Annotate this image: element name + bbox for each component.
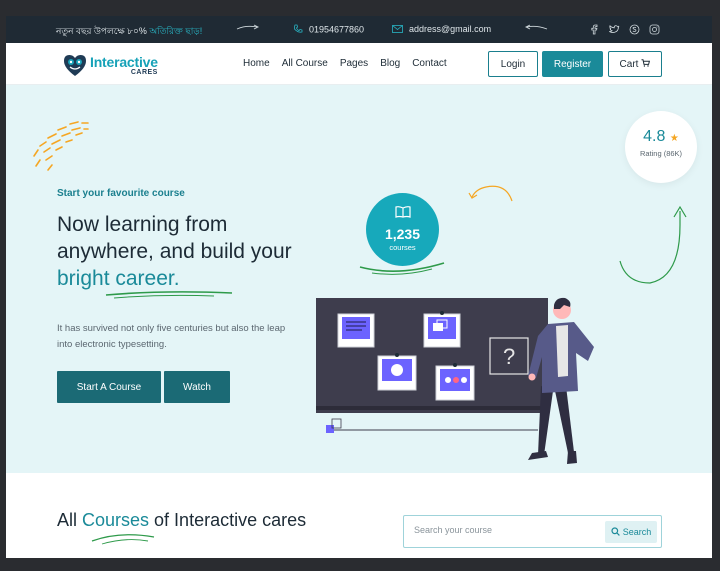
hero-headline: Now learning from anywhere, and build yo… [57,211,297,292]
start-course-button[interactable]: Start A Course [57,371,161,403]
hero-kicker: Start your favourite course [57,188,185,199]
svg-text:?: ? [503,344,515,369]
email-address: address@gmail.com [409,24,492,34]
nav-item-home[interactable]: Home [243,58,270,69]
rating-badge: 4.8 ★ Rating (86K) [625,111,697,183]
login-button[interactable]: Login [488,51,538,77]
title-underline [91,534,155,545]
phone-icon [293,24,303,36]
headline-accent: bright career. [57,267,180,290]
title-part2: of Interactive cares [149,510,307,530]
rating-value: 4.8 [643,128,666,145]
star-icon: ★ [669,133,679,144]
cart-icon [641,58,651,70]
top-bar: নতুন বছর উপলক্ষে ৮০% অতিরিক্ত ছাড়! 0195… [6,16,712,43]
logo-text: Interactive CARES [90,55,158,76]
email-contact[interactable]: address@gmail.com [392,24,491,35]
mail-icon [392,24,403,35]
rating-value-row: 4.8 ★ [625,128,697,146]
headline-underline [105,291,233,299]
cart-label: Cart [619,58,639,70]
nav-item-pages[interactable]: Pages [340,58,368,69]
watch-button[interactable]: Watch [164,371,230,403]
skype-icon[interactable] [628,23,640,35]
promo-banner[interactable]: নতুন বছর উপলক্ষে ৮০% অতিরিক্ত ছাড়! [56,24,202,39]
social-links [588,23,660,35]
nav-item-contact[interactable]: Contact [412,58,446,69]
swoosh-arrow-icon [619,205,687,284]
promo-text: নতুন বছর উপলক্ষে ৮০% [56,26,150,36]
nav-menu: Home All Course Pages Blog Contact [243,58,459,69]
search-icon [611,526,620,538]
course-search-bar: Search [403,515,662,548]
learning-illustration: ? [316,297,594,464]
facebook-icon[interactable] [588,23,600,35]
title-accent: Courses [82,510,150,530]
site-logo[interactable]: Interactive CARES [62,52,158,78]
main-navbar: Interactive CARES Home All Course Pages … [6,43,712,85]
phone-contact[interactable]: 01954677860 [293,24,364,36]
browser-viewport: নতুন বছর উপলক্ষে ৮০% অতিরিক্ত ছাড়! 0195… [6,16,712,558]
title-part1: All [57,510,83,530]
twitter-icon[interactable] [608,23,620,35]
courses-section-title: All Courses of Interactive cares [57,510,306,531]
phone-number: 01954677860 [309,24,365,35]
cart-button[interactable]: Cart [608,51,662,77]
hero-description: It has survived not only five centuries … [57,323,286,350]
arrow-right-icon [236,23,260,34]
course-search-input[interactable] [414,525,594,535]
rating-count: Rating (86K) [639,149,683,158]
search-button[interactable]: Search [605,521,657,543]
nav-item-blog[interactable]: Blog [380,58,400,69]
instagram-icon[interactable] [648,23,660,35]
search-button-label: Search [622,527,652,537]
arrow-left-icon [524,23,548,34]
register-button[interactable]: Register [542,51,603,77]
promo-highlight: অতিরিক্ত ছাড়! [149,26,203,36]
scribble-decoration [33,121,89,171]
hero-section: Start your favourite course Now learning… [6,85,712,473]
logo-wordmark: Interactive [90,53,158,70]
logo-subtext: CARES [130,68,158,76]
nav-item-all-course[interactable]: All Course [282,58,328,69]
headline-text: Now learning from anywhere, and build yo… [57,213,292,263]
logo-mark-icon [64,55,86,76]
